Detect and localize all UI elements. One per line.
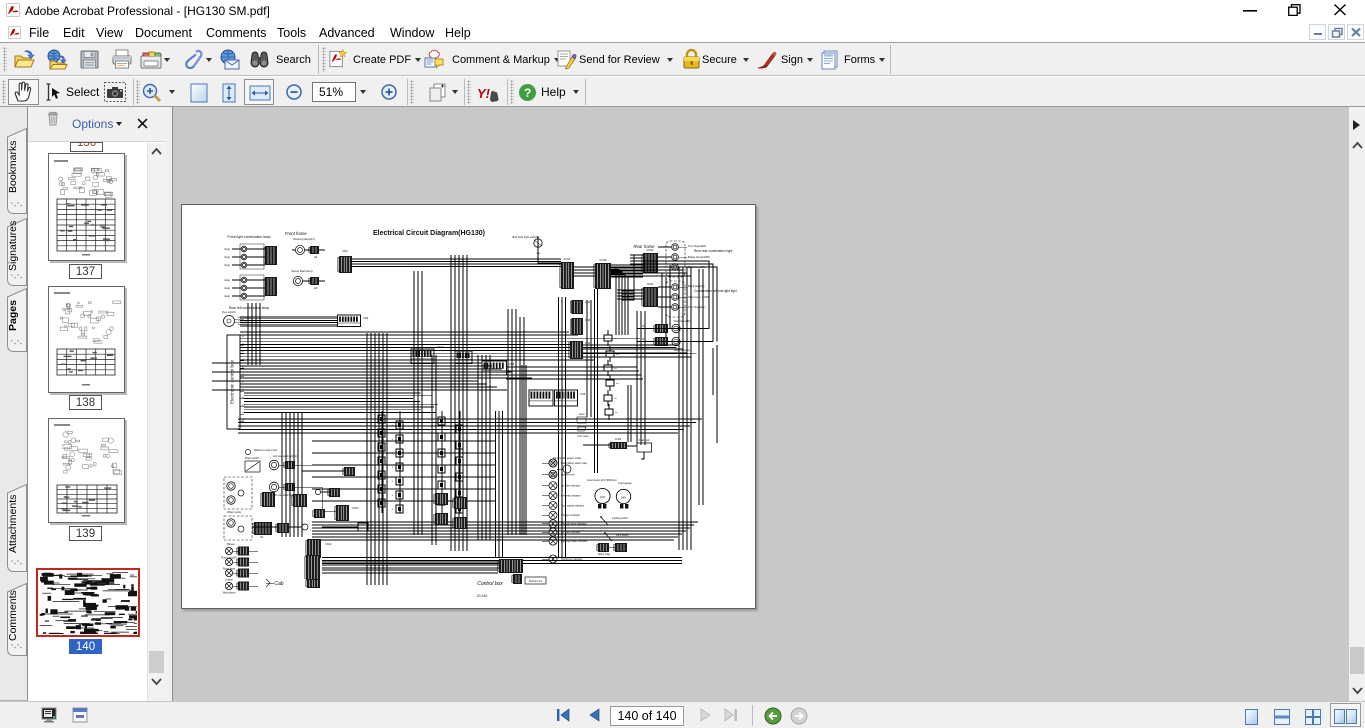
- svg-text:sw: sw: [614, 338, 617, 340]
- svg-text:CN18: CN18: [599, 258, 607, 262]
- svg-text:Wiper relay: Wiper relay: [598, 553, 611, 556]
- svg-text:H4: H4: [314, 255, 318, 259]
- svg-text:Air filter indicator: Air filter indicator: [561, 484, 580, 488]
- svg-text:sw: sw: [616, 354, 619, 356]
- svg-text:Brake lamp: Brake lamp: [688, 255, 703, 259]
- svg-text:p12: p12: [242, 420, 245, 422]
- svg-text:CN20: CN20: [615, 438, 622, 441]
- svg-text:Intermittent wiper relay: Intermittent wiper relay: [561, 461, 588, 465]
- svg-text:Rear left/Rr power outlet: Rear left/Rr power outlet: [553, 456, 581, 460]
- svg-text:Front frame: Front frame: [285, 231, 307, 236]
- svg-text:Swing flash lamp: Swing flash lamp: [291, 269, 313, 273]
- svg-text:H3: H3: [314, 286, 318, 290]
- svg-text:Bolt hole light switch: Bolt hole light switch: [512, 235, 538, 239]
- svg-text:sw: sw: [614, 368, 617, 370]
- svg-text:p5: p5: [242, 366, 244, 368]
- svg-text:Y!: Y!: [477, 86, 491, 101]
- svg-text:20-140: 20-140: [477, 594, 488, 598]
- svg-text:Room lamp(F): Room lamp(F): [221, 557, 236, 560]
- svg-text:CN31: CN31: [647, 282, 654, 286]
- svg-text:Electronic control box: Electronic control box: [230, 359, 235, 404]
- svg-text:21/5W: 21/5W: [702, 255, 710, 259]
- svg-text:Resistor unit: Resistor unit: [529, 580, 543, 583]
- svg-text:In.lamp: In.lamp: [225, 579, 234, 582]
- svg-text:Eng oil press indicator: Eng oil press indicator: [561, 522, 587, 526]
- svg-text:Horn relay: Horn relay: [577, 435, 589, 438]
- svg-text:Wiring lamp: Wiring lamp: [223, 592, 236, 595]
- svg-text:p1: p1: [242, 336, 244, 338]
- svg-text:CN5: CN5: [585, 318, 591, 322]
- svg-text:CN4: CN4: [585, 300, 591, 304]
- svg-text:Hourmeter 12V 3000rpm: Hourmeter 12V 3000rpm: [587, 478, 617, 482]
- svg-text:Parking brake indicator: Parking brake indicator: [561, 539, 588, 543]
- svg-text:lamp: lamp: [224, 247, 230, 251]
- svg-text:p3: p3: [242, 351, 244, 353]
- svg-text:Charge indicator: Charge indicator: [561, 513, 580, 517]
- svg-text:sw: sw: [616, 383, 619, 385]
- svg-text:Blower: Blower: [227, 542, 235, 546]
- svg-text:p7: p7: [242, 382, 244, 384]
- svg-text:CN10: CN10: [437, 345, 444, 349]
- svg-text:Turn Signal(R): Turn Signal(R): [688, 244, 706, 248]
- svg-text:Horn switch: Horn switch: [616, 534, 629, 537]
- svg-text:?: ?: [524, 86, 531, 100]
- svg-text:Nighttime indicator: Nighttime indicator: [561, 557, 583, 561]
- svg-text:CN6: CN6: [585, 341, 591, 345]
- svg-text:Left rear work light(L): Left rear work light(L): [273, 454, 298, 458]
- svg-text:Wiper motor: Wiper motor: [227, 510, 241, 514]
- svg-text:Left rear work light(R): Left rear work light(R): [273, 493, 298, 497]
- svg-text:Cab: Cab: [274, 581, 283, 587]
- svg-text:Control box: Control box: [477, 581, 503, 587]
- svg-text:sw: sw: [614, 398, 617, 400]
- svg-text:sw: sw: [615, 412, 618, 414]
- svg-text:lamp: lamp: [224, 286, 230, 290]
- svg-text:Working lamp(Fr): Working lamp(Fr): [293, 237, 315, 241]
- svg-text:lamp: lamp: [224, 294, 230, 298]
- svg-text:Rear rear combination light: Rear rear combination light: [694, 249, 732, 253]
- svg-text:Preheat indicator: Preheat indicator: [561, 494, 581, 498]
- svg-text:p10: p10: [242, 404, 245, 406]
- svg-text:p9: p9: [242, 397, 244, 399]
- svg-text:Key switch: Key switch: [222, 310, 236, 314]
- svg-text:Wiper switch: Wiper switch: [245, 457, 260, 460]
- svg-text:lamp: lamp: [224, 263, 230, 267]
- svg-text:Fuel unit: Fuel unit: [639, 438, 650, 442]
- svg-text:Lighting switch: Lighting switch: [612, 517, 628, 520]
- svg-text:Turn signal indicator: Turn signal indicator: [561, 503, 584, 507]
- svg-text:CN12: CN12: [352, 507, 359, 510]
- svg-text:CN1: CN1: [342, 249, 348, 253]
- svg-text:HM: HM: [600, 495, 605, 499]
- svg-text:CN8: CN8: [509, 362, 515, 366]
- svg-text:lamp: lamp: [224, 255, 230, 259]
- svg-text:Horn: Horn: [579, 412, 585, 416]
- svg-text:24V: 24V: [621, 496, 626, 500]
- svg-text:CN2: CN2: [363, 316, 369, 320]
- svg-text:CN14: CN14: [325, 543, 332, 546]
- svg-text:lamp: lamp: [224, 278, 230, 282]
- svg-text:CN30: CN30: [647, 248, 654, 252]
- svg-text:CN9: CN9: [580, 392, 586, 396]
- svg-text:Fuel gauge: Fuel gauge: [618, 481, 632, 485]
- svg-text:Washer pump motor: Washer pump motor: [254, 448, 278, 452]
- svg-text:CN17: CN17: [563, 257, 571, 261]
- svg-text:Room lamp: Room lamp: [223, 568, 236, 571]
- svg-text:Combination left end light li: Combination left end light light: [694, 289, 737, 293]
- svg-text:Air filter indicator: Air filter indicator: [561, 530, 580, 534]
- svg-text:Rear lamp(R): Rear lamp(R): [674, 319, 691, 323]
- svg-text:Back lamp(L): Back lamp(L): [688, 284, 705, 288]
- svg-text:Electrical Circuit Diagram(HG1: Electrical Circuit Diagram(HG130): [373, 230, 485, 237]
- svg-text:Front right combination lamp: Front right combination lamp: [228, 235, 271, 239]
